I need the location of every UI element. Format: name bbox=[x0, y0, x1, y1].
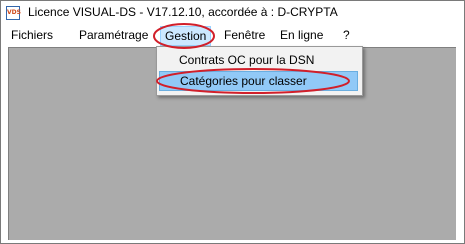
app-window: VDS Licence VISUAL-DS - V17.12.10, accor… bbox=[0, 0, 465, 244]
app-logo-icon: VDS bbox=[6, 6, 21, 20]
menu-item-categories[interactable]: Catégories pour classer bbox=[159, 71, 358, 91]
menu-help[interactable]: ? bbox=[343, 28, 350, 42]
menu-gestion[interactable]: Gestion bbox=[160, 26, 212, 46]
title-bar: VDS Licence VISUAL-DS - V17.12.10, accor… bbox=[1, 1, 464, 25]
window-title: Licence VISUAL-DS - V17.12.10, accordée … bbox=[28, 5, 338, 19]
menu-en-ligne[interactable]: En ligne bbox=[280, 28, 323, 42]
menu-parametrage[interactable]: Paramétrage bbox=[79, 28, 148, 42]
menu-fichiers[interactable]: Fichiers bbox=[11, 28, 53, 42]
menu-fenetre[interactable]: Fenêtre bbox=[224, 28, 265, 42]
gestion-dropdown-menu: Contrats OC pour la DSN Catégories pour … bbox=[156, 46, 363, 96]
menu-item-contrats-oc[interactable]: Contrats OC pour la DSN bbox=[159, 50, 358, 70]
app-logo-text: VDS bbox=[7, 9, 21, 16]
menu-bar: Fichiers Paramétrage Gestion Fenêtre En … bbox=[1, 25, 464, 46]
